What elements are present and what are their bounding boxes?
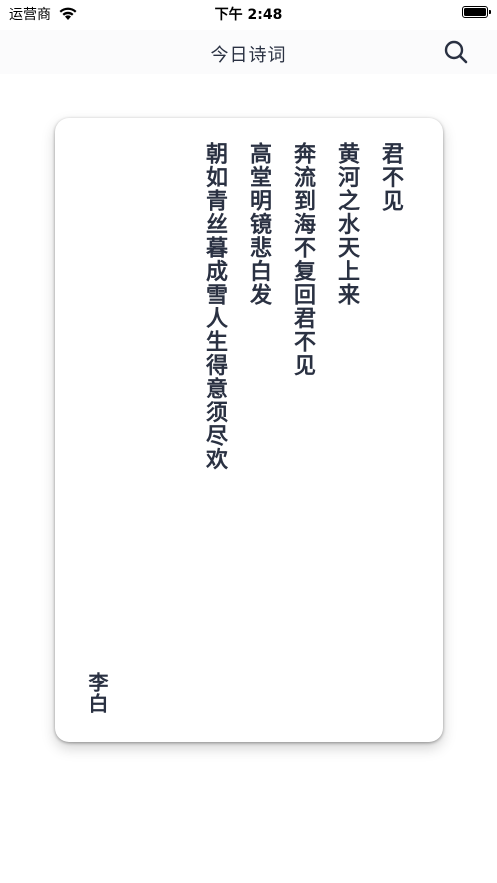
navigation-bar: 今日诗词 [0,30,497,74]
poem-line: 奔流到海不复回君不见 [290,142,316,377]
poem-line: 黄河之水天上来 [334,142,360,307]
status-time: 下午 2:48 [214,7,283,23]
poem-text: 君不见 黄河之水天上来 奔流到海不复回君不见 高堂明镜悲白发 朝如青丝暮成雪人生… [193,142,413,592]
poem-author: 李白 [85,672,109,714]
search-icon[interactable] [443,39,469,65]
poem-card[interactable]: 君不见 黄河之水天上来 奔流到海不复回君不见 高堂明镜悲白发 朝如青丝暮成雪人生… [55,118,443,742]
battery-icon [462,6,491,18]
poem-line: 高堂明镜悲白发 [246,142,272,307]
poem-line: 朝如青丝暮成雪人生得意须尽欢 [202,142,228,471]
status-bar: 运营商 下午 2:48 [0,0,497,30]
poem-line: 君不见 [378,142,404,213]
page-title: 今日诗词 [210,45,287,66]
